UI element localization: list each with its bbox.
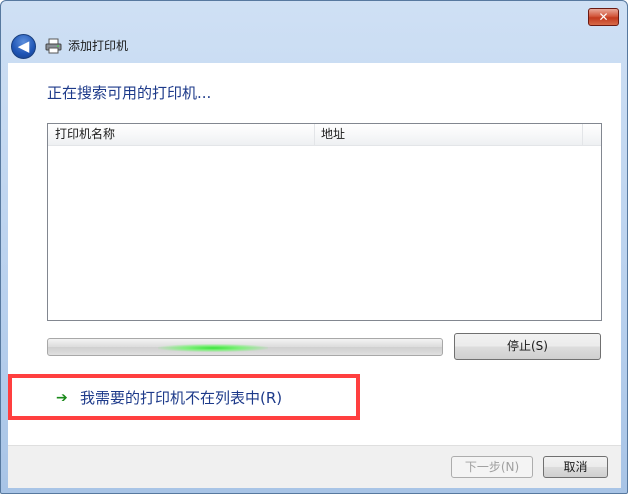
column-header-printer-name[interactable]: 打印机名称: [48, 124, 315, 145]
printer-not-listed-highlight: ➔ 我需要的打印机不在列表中(R): [8, 374, 360, 420]
page-heading: 正在搜索可用的打印机...: [47, 84, 212, 102]
progress-indicator: [158, 344, 268, 352]
wizard-title: 添加打印机: [68, 39, 129, 53]
title-bar: ✕: [1, 1, 627, 29]
stop-button[interactable]: 停止(S): [454, 333, 601, 360]
printer-list[interactable]: 打印机名称 地址: [47, 123, 602, 321]
next-button[interactable]: 下一步(N): [451, 456, 533, 478]
navigation-bar: ◀ 添加打印机: [1, 29, 627, 63]
wizard-footer: 下一步(N) 取消: [8, 445, 621, 488]
wizard-content: 正在搜索可用的打印机... 打印机名称 地址 停止(S) ➔ 我需要的打印机不在…: [8, 63, 621, 445]
green-arrow-icon: ➔: [56, 390, 68, 406]
printer-icon: [45, 38, 62, 54]
cancel-button[interactable]: 取消: [543, 456, 608, 478]
printer-not-listed-link[interactable]: 我需要的打印机不在列表中(R): [80, 388, 282, 408]
back-button[interactable]: ◀: [11, 34, 36, 59]
add-printer-window: ✕ ◀ 添加打印机 正在搜索可用的打印机... 打印机名称 地址 停止(S) ➔: [0, 0, 628, 494]
close-icon: ✕: [598, 10, 609, 24]
back-arrow-icon: ◀: [17, 37, 30, 55]
close-button[interactable]: ✕: [588, 8, 619, 26]
list-header: 打印机名称 地址: [48, 124, 601, 146]
column-header-address[interactable]: 地址: [315, 124, 583, 145]
search-progress-bar: [47, 338, 443, 356]
